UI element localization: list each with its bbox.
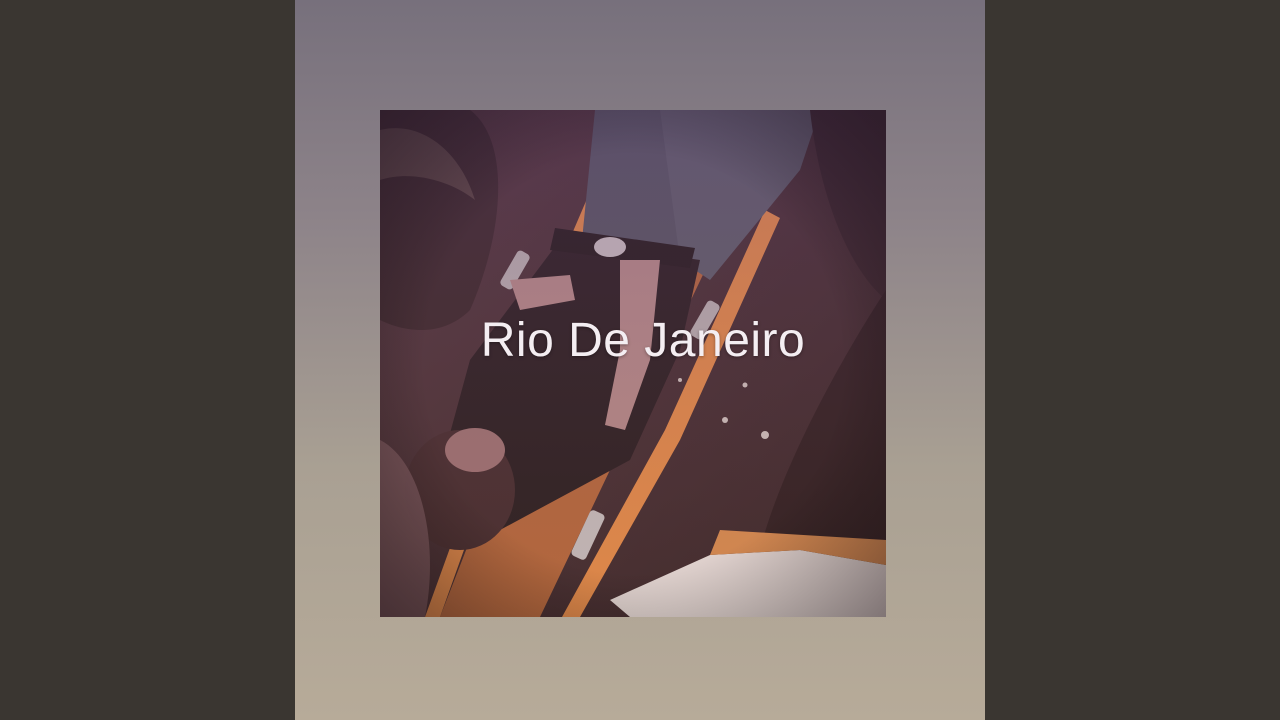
- video-frame: Rio De Janeiro: [0, 0, 1280, 720]
- cover-title: Rio De Janeiro: [480, 314, 806, 367]
- album-cover: Rio De Janeiro: [380, 110, 886, 617]
